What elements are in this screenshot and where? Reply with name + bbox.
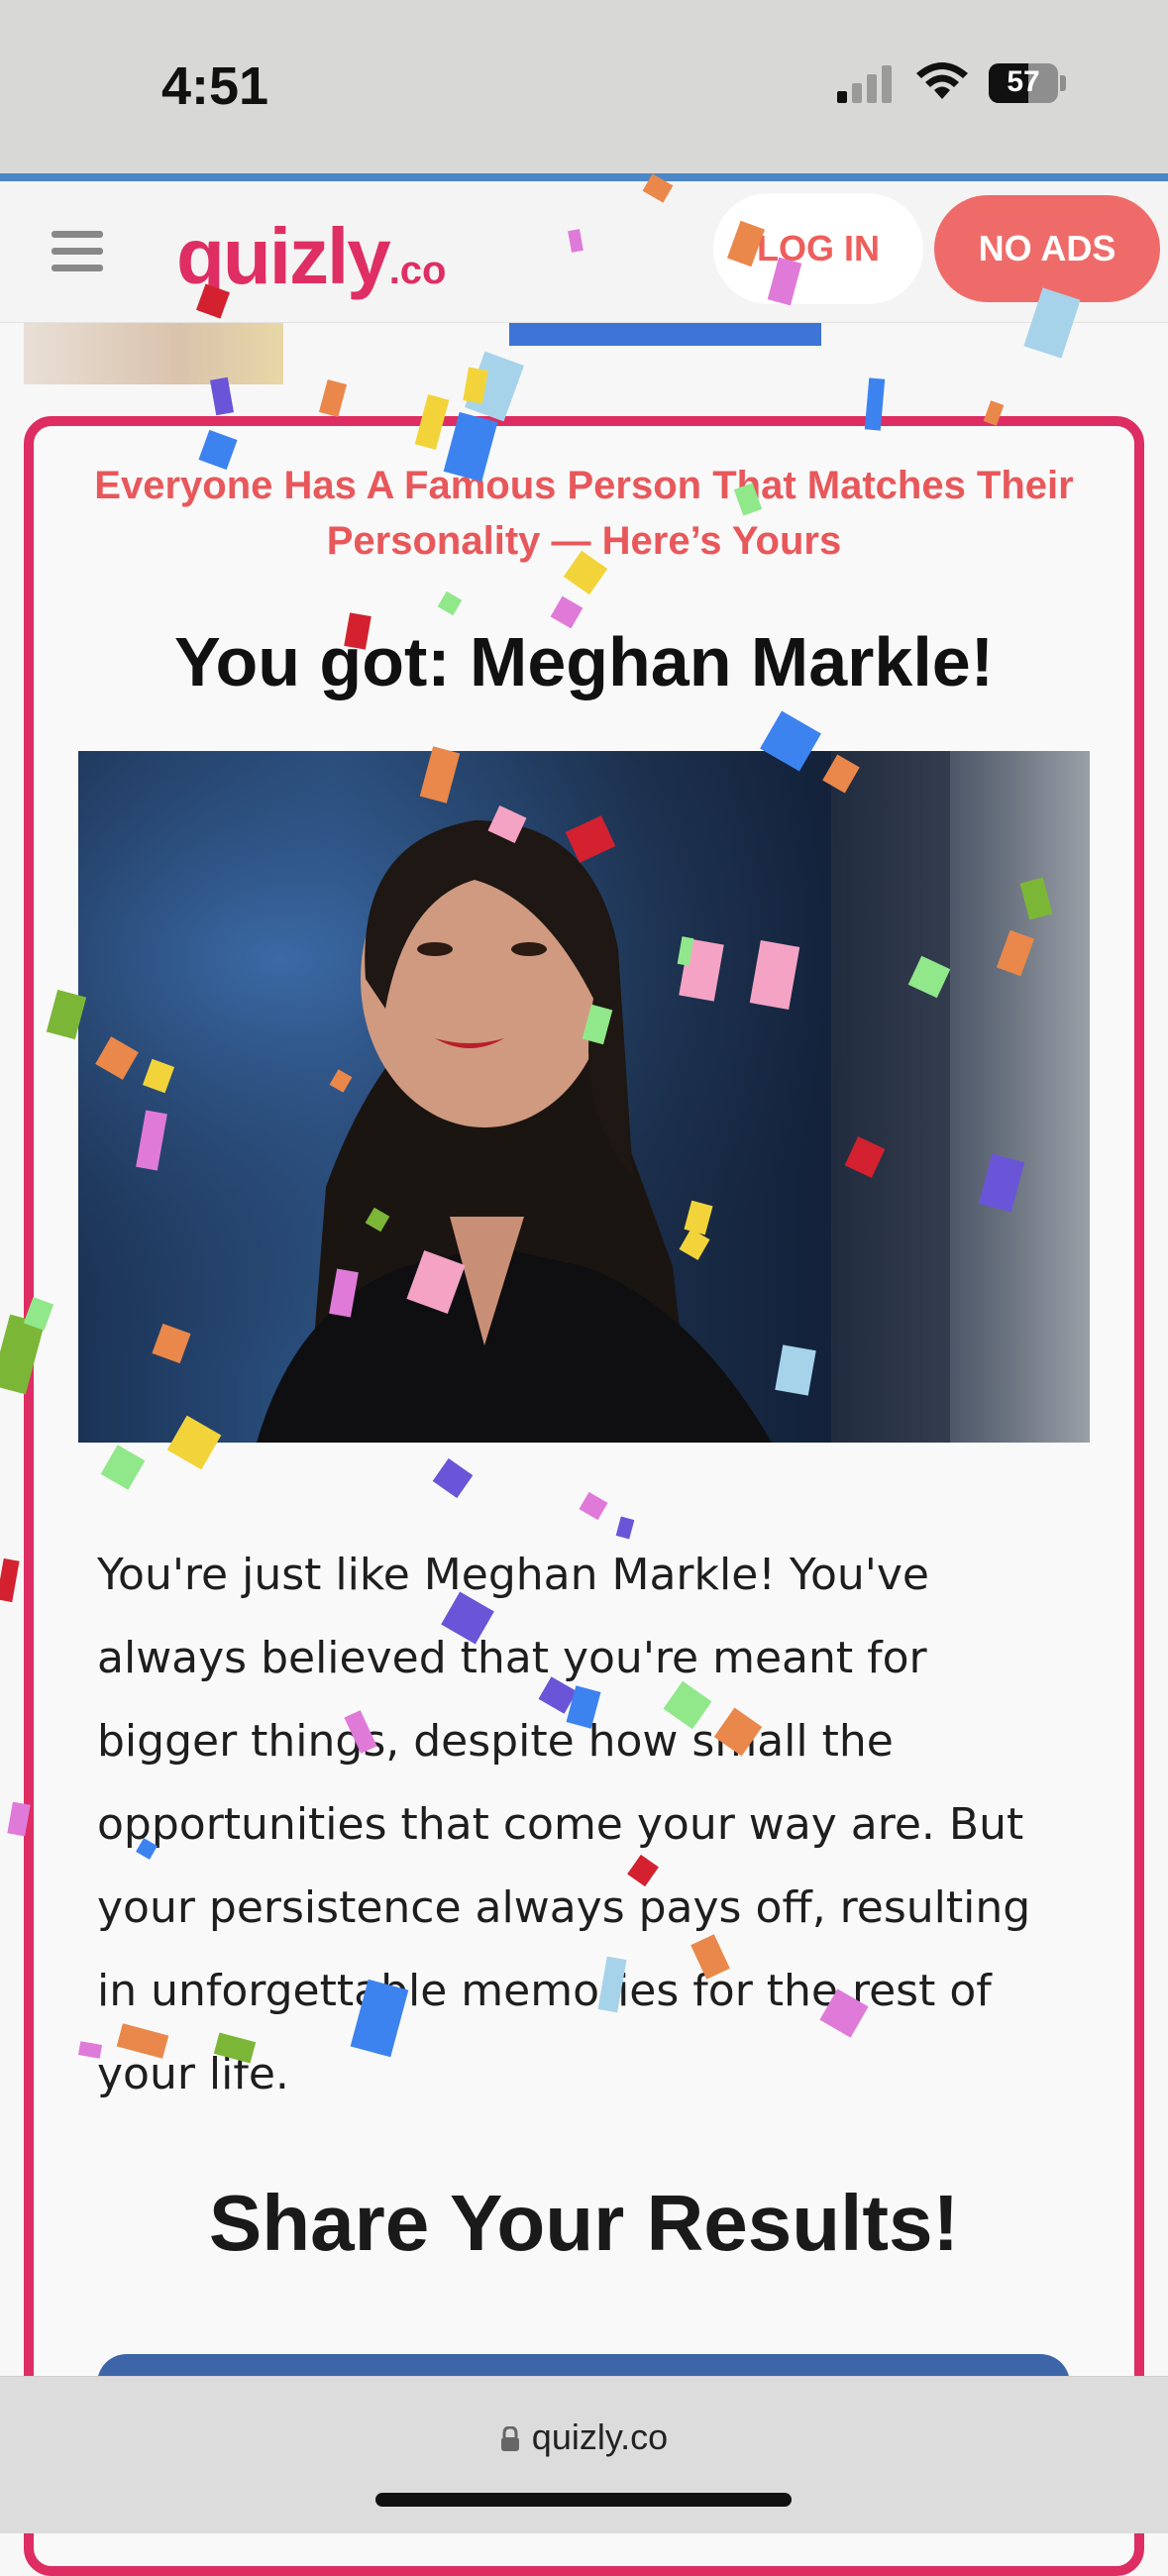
url-display[interactable]: quizly.co <box>0 2416 1168 2458</box>
result-photo <box>78 751 1090 1443</box>
battery-nub <box>1060 75 1066 91</box>
status-time: 4:51 <box>161 56 269 116</box>
quizly-logo[interactable]: quizly.co <box>176 211 446 302</box>
confetti-piece <box>465 351 524 422</box>
confetti-piece <box>0 1557 20 1603</box>
home-indicator[interactable] <box>375 2493 792 2507</box>
login-button[interactable]: LOG IN <box>713 193 923 304</box>
result-description: You're just like Meghan Markle! You've a… <box>97 1550 1031 2099</box>
logo-main: quizly <box>176 212 391 300</box>
page-load-progress <box>0 173 1168 181</box>
confetti-piece <box>463 367 488 404</box>
previous-button-edge[interactable] <box>509 323 821 346</box>
portrait-illustration <box>78 751 1090 1443</box>
no-ads-button[interactable]: NO ADS <box>934 195 1160 302</box>
lock-icon <box>500 2426 519 2451</box>
status-bar: 4:51 57 <box>0 0 1168 173</box>
result-heading: You got: Meghan Markle! <box>173 623 995 700</box>
hamburger-icon[interactable] <box>52 231 103 272</box>
previous-image-thumbnail <box>24 323 283 384</box>
site-header: quizly.co LOG IN NO ADS <box>0 181 1168 323</box>
url-text: quizly.co <box>531 2416 669 2457</box>
cellular-signal-icon <box>837 65 892 103</box>
quiz-title: Everyone Has A Famous Person That Matche… <box>94 464 1074 563</box>
logo-tld: .co <box>388 249 447 292</box>
browser-url-bar[interactable]: quizly.co <box>0 2376 1168 2533</box>
wifi-icon <box>916 62 968 99</box>
share-results-heading: Share Your Results! <box>208 2179 960 2267</box>
confetti-piece <box>318 378 348 418</box>
battery-icon: 57 <box>989 63 1058 103</box>
battery-percent: 57 <box>1007 65 1040 98</box>
